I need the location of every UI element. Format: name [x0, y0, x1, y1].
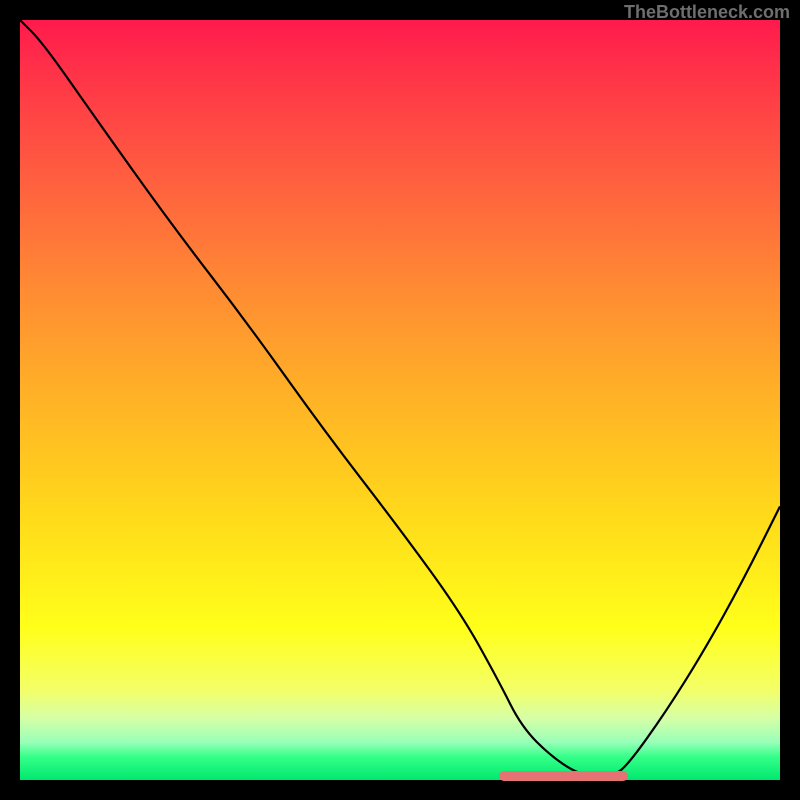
- chart-container: TheBottleneck.com: [0, 0, 800, 800]
- curve-svg: [20, 20, 780, 780]
- optimal-range-marker: [499, 771, 628, 781]
- bottleneck-curve-path: [20, 20, 780, 776]
- plot-area: [20, 20, 780, 780]
